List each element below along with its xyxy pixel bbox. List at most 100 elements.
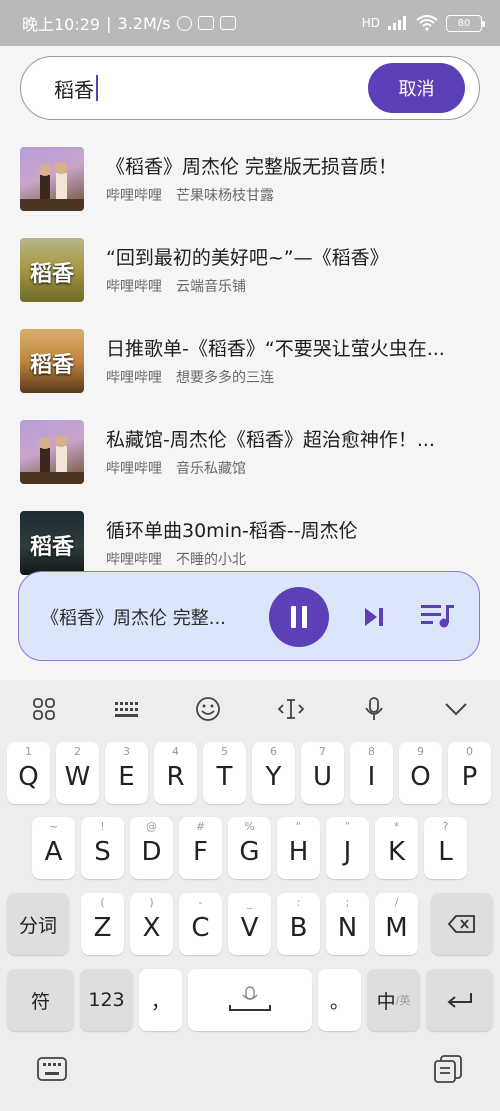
language-key-label: 中 — [376, 990, 396, 1013]
key-label: S — [94, 837, 111, 867]
key-c[interactable]: -C — [179, 893, 222, 955]
now-playing-title: 《稻香》周杰伦 完整... — [41, 608, 226, 629]
search-query: 稻香 — [54, 77, 94, 102]
mini-player[interactable]: 《稻香》周杰伦 完整... — [18, 571, 480, 661]
apps-grid-icon[interactable] — [26, 694, 62, 724]
key-hint: 3 — [123, 745, 130, 758]
key-m[interactable]: / M — [375, 893, 418, 955]
pause-icon — [288, 606, 310, 628]
thumbnail-caption: 稻香 — [29, 534, 74, 560]
keyboard-nav-bar — [0, 1044, 500, 1111]
keyboard-switch-icon[interactable] — [108, 694, 144, 724]
key-hint: : — [296, 896, 301, 909]
key-o[interactable]: 9O — [399, 742, 442, 804]
key-h[interactable]: “H — [277, 817, 320, 879]
language-switch-key[interactable]: 中/英 — [367, 969, 420, 1031]
key-d[interactable]: @ D — [130, 817, 173, 879]
key-label: A — [44, 837, 63, 867]
result-title: 私藏馆-周杰伦《稻香》超治愈神作！... — [106, 429, 435, 451]
video-thumbnail: 稻香 — [20, 329, 84, 393]
key-f[interactable]: # F — [179, 817, 222, 879]
symbol-key[interactable]: 符 — [7, 969, 74, 1031]
cursor-move-icon[interactable] — [273, 694, 309, 724]
battery-icon: 80 — [446, 14, 485, 32]
skip-next-icon[interactable] — [362, 605, 386, 629]
key-hint: ) — [149, 896, 154, 909]
key-hint: 8 — [368, 745, 375, 758]
key-e[interactable]: 3E — [105, 742, 148, 804]
keyboard-settings-icon[interactable] — [37, 1056, 67, 1082]
pause-button[interactable] — [269, 587, 329, 647]
key-q[interactable]: 1Q — [7, 742, 50, 804]
segment-key[interactable]: 分词 — [7, 893, 69, 955]
key-k[interactable]: * K — [375, 817, 418, 879]
key-hint: 5 — [221, 745, 228, 758]
key-l[interactable]: ? L — [424, 817, 467, 879]
result-title: 《稻香》周杰伦 完整版无损音质！ — [106, 156, 398, 178]
key-w[interactable]: 2W — [56, 742, 99, 804]
list-item[interactable]: 稻香 日推歌单-《稻香》“不要哭让萤火虫在... 哔哩哔哩 想要多多的三连 — [0, 322, 500, 413]
key-x[interactable]: ) X — [130, 893, 173, 955]
key-label: M — [385, 913, 408, 943]
result-title: 日推歌单-《稻香》“不要哭让萤火虫在... — [106, 338, 445, 360]
key-p[interactable]: 0P — [448, 742, 491, 804]
thumbnail-figures — [20, 162, 84, 211]
key-g[interactable]: % G — [228, 817, 271, 879]
key-r[interactable]: 4R — [154, 742, 197, 804]
result-title: “回到最初的美好吧~”—《稻香》 — [106, 247, 389, 269]
key-label: U — [312, 762, 333, 792]
key-t[interactable]: 5T — [203, 742, 246, 804]
key-hint: 6 — [270, 745, 277, 758]
space-key[interactable] — [188, 969, 312, 1031]
clipboard-icon[interactable] — [433, 1054, 463, 1084]
result-source: 哔哩哔哩 — [106, 370, 162, 386]
comma-key[interactable]: ， — [139, 969, 182, 1031]
key-y[interactable]: 6Y — [252, 742, 295, 804]
result-meta: 哔哩哔哩 音乐私藏馆 — [106, 458, 246, 478]
key-z[interactable]: (Z — [81, 893, 124, 955]
key-i[interactable]: 8I — [350, 742, 393, 804]
key-label: Q — [18, 762, 39, 792]
playlist-icon[interactable] — [421, 603, 455, 629]
enter-key[interactable] — [426, 969, 493, 1031]
key-n[interactable]: ; N — [326, 893, 369, 955]
key-a[interactable]: ~ A — [32, 817, 75, 879]
microphone-icon[interactable] — [356, 694, 392, 724]
enter-icon — [446, 993, 472, 1008]
result-source: 哔哩哔哩 — [106, 552, 162, 568]
key-label: H — [288, 837, 309, 867]
key-label: X — [142, 913, 161, 943]
number-key[interactable]: 123 — [80, 969, 133, 1031]
period-key[interactable]: 。 — [318, 969, 361, 1031]
key-j[interactable]: ” J — [326, 817, 369, 879]
thumbnail-caption: 稻香 — [29, 261, 74, 287]
cancel-button[interactable]: 取消 — [368, 63, 465, 113]
emoji-icon[interactable] — [190, 694, 226, 724]
result-source: 哔哩哔哩 — [106, 188, 162, 204]
key-hint: % — [244, 820, 255, 833]
result-source: 哔哩哔哩 — [106, 461, 162, 477]
key-label: P — [461, 762, 478, 792]
key-hint: 2 — [74, 745, 81, 758]
list-item[interactable]: 私藏馆-周杰伦《稻香》超治愈神作！... 哔哩哔哩 音乐私藏馆 — [0, 413, 500, 504]
list-item[interactable]: 稻香 “回到最初的美好吧~”—《稻香》 哔哩哔哩 云端音乐铺 — [0, 231, 500, 322]
search-input[interactable]: 稻香 — [54, 74, 98, 103]
backspace-key[interactable] — [431, 893, 493, 955]
key-s[interactable]: ! S — [81, 817, 124, 879]
key-v[interactable]: _ V — [228, 893, 271, 955]
key-label: W — [64, 762, 91, 792]
key-label: V — [240, 913, 259, 943]
result-meta: 哔哩哔哩 不睡的小北 — [106, 549, 246, 569]
key-label: J — [343, 837, 352, 867]
collapse-keyboard-icon[interactable] — [438, 694, 474, 724]
key-hint: “ — [295, 820, 302, 833]
list-item[interactable]: 《稻香》周杰伦 完整版无损音质！ 哔哩哔哩 芒果味杨枝甘露 — [0, 140, 500, 231]
key-hint: 7 — [319, 745, 326, 758]
result-uploader: 芒果味杨枝甘露 — [176, 188, 274, 204]
key-b[interactable]: :B — [277, 893, 320, 955]
key-u[interactable]: 7U — [301, 742, 344, 804]
key-label: C — [191, 913, 210, 943]
key-hint: 1 — [25, 745, 32, 758]
video-thumbnail: 稻香 — [20, 238, 84, 302]
video-thumbnail: 稻香 — [20, 511, 84, 575]
